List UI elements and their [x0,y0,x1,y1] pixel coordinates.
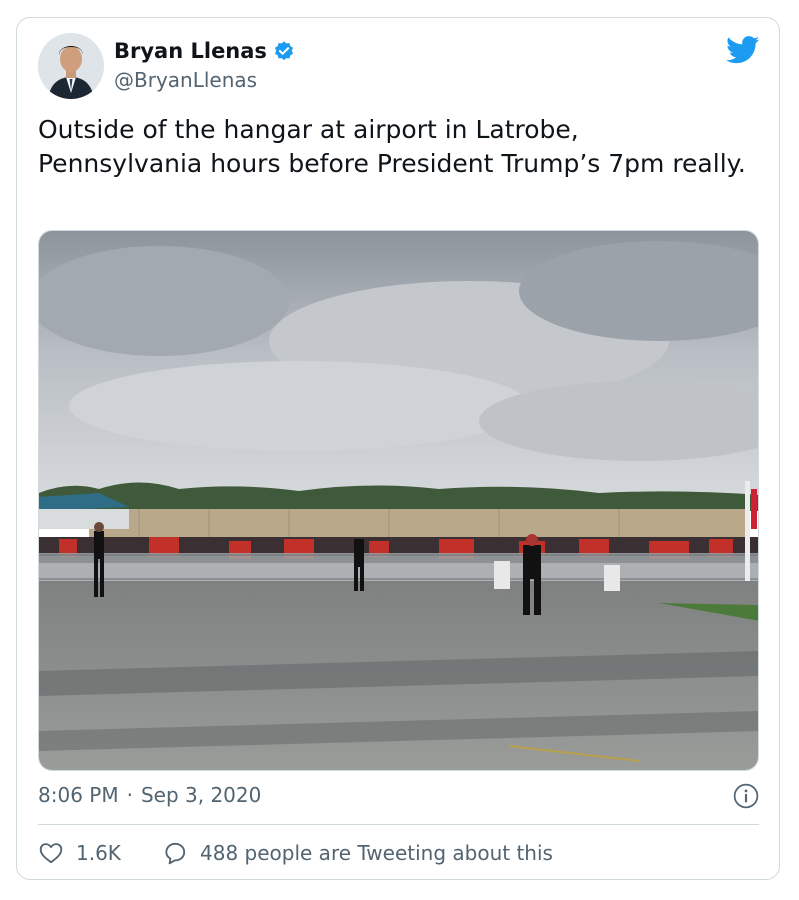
tweet-timestamp[interactable]: 8:06 PM · Sep 3, 2020 [38,783,261,807]
divider [38,824,759,825]
avatar-image [38,33,104,99]
tweet-date: Sep 3, 2020 [140,783,262,807]
verified-badge-icon [274,41,293,61]
rally-photo [39,231,758,770]
replies-text: 488 people are Tweeting about this [200,841,553,865]
author-name-text[interactable]: Bryan Llenas [114,39,267,63]
like-count: 1.6K [76,841,121,865]
tweet-text: Outside of the hangar at airport in Latr… [38,115,746,178]
tweet-photo[interactable] [38,230,759,771]
timestamp-separator: · [126,783,133,807]
speech-bubble-icon [165,842,186,865]
author-name[interactable]: Bryan Llenas [114,39,295,63]
tweet-time: 8:06 PM [38,783,119,807]
avatar[interactable] [38,33,104,99]
replies-button[interactable]: 488 people are Tweeting about this [162,840,553,866]
like-button[interactable]: 1.6K [38,840,121,866]
info-icon[interactable] [733,783,759,809]
twitter-bird-icon[interactable] [726,36,760,64]
heart-icon [39,843,63,864]
author-handle[interactable]: @BryanLlenas [114,68,257,92]
